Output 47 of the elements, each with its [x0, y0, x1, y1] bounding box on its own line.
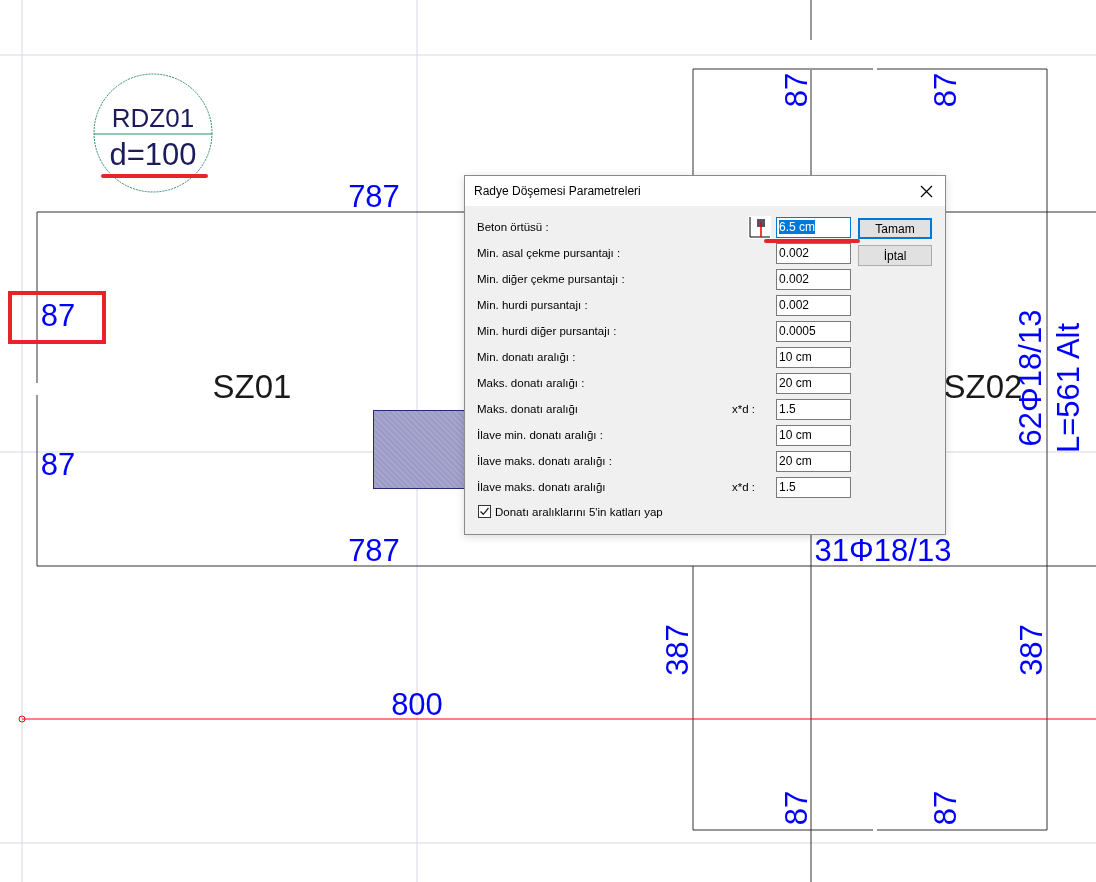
input-field[interactable]: 1.5: [776, 398, 851, 420]
input-field[interactable]: 20 cm: [776, 372, 851, 394]
input-field[interactable]: 10 cm: [776, 424, 851, 446]
dimension-label: 87: [40, 299, 76, 331]
input-field[interactable]: 0.002: [776, 294, 851, 316]
slab-thickness: d=100: [109, 138, 197, 170]
dimension-label: 87: [40, 448, 76, 480]
field-label: Min. hurdi diğer pursantajı :: [477, 325, 618, 337]
field-label: Min. asal çekme pursantajı :: [477, 247, 622, 259]
dimension-label: 387: [1015, 624, 1047, 676]
input-field[interactable]: 0.002: [776, 268, 851, 290]
input-field[interactable]: 6.5 cm: [776, 216, 851, 238]
field-label: İlave maks. donatı aralığı :: [477, 455, 613, 467]
input-field[interactable]: 0.0005: [776, 320, 851, 342]
ok-button[interactable]: Tamam: [858, 218, 932, 239]
dimension-label: 800: [391, 688, 443, 720]
dimension-label: 31Φ18/13: [814, 534, 952, 566]
dimension-label: 787: [348, 180, 400, 212]
field-label: Maks. donatı aralığı :: [477, 377, 586, 389]
field-label: Min. hurdi pursantajı :: [477, 299, 589, 311]
dimension-label: L=561 Alt: [1052, 322, 1084, 454]
slab-tag-name: RDZ01: [111, 105, 195, 131]
field-suffix: x*d :: [732, 403, 756, 415]
input-field[interactable]: 0.002: [776, 242, 851, 264]
field-label: Min. donatı aralığı :: [477, 351, 577, 363]
dimension-label: 87: [780, 790, 812, 826]
field-label: Maks. donatı aralığı: [477, 403, 579, 415]
dimension-label: 87: [929, 72, 961, 108]
field-label: Min. diğer çekme pursantajı :: [477, 273, 626, 285]
checkbox-label: Donatı aralıklarını 5'in katları yap: [495, 505, 663, 518]
checkbox[interactable]: [478, 505, 491, 518]
field-label: İlave maks. donatı aralığı: [477, 481, 607, 493]
cancel-button[interactable]: İptal: [858, 245, 932, 266]
close-icon: [919, 184, 933, 198]
dialog-title: Radye Döşemesi Parametreleri: [474, 184, 641, 198]
input-field[interactable]: 10 cm: [776, 346, 851, 368]
dimension-label: 87: [780, 72, 812, 108]
field-label: İlave min. donatı aralığı :: [477, 429, 604, 441]
dimension-label: 387: [661, 624, 693, 676]
dimension-label: 787: [348, 534, 400, 566]
field-label: Beton örtüsü :: [477, 221, 550, 233]
slab-label: SZ01: [212, 369, 292, 403]
input-field[interactable]: 1.5: [776, 476, 851, 498]
field-suffix: x*d :: [732, 481, 756, 493]
dimension-label: 87: [929, 790, 961, 826]
cover-icon: [748, 215, 771, 239]
input-field[interactable]: 20 cm: [776, 450, 851, 472]
